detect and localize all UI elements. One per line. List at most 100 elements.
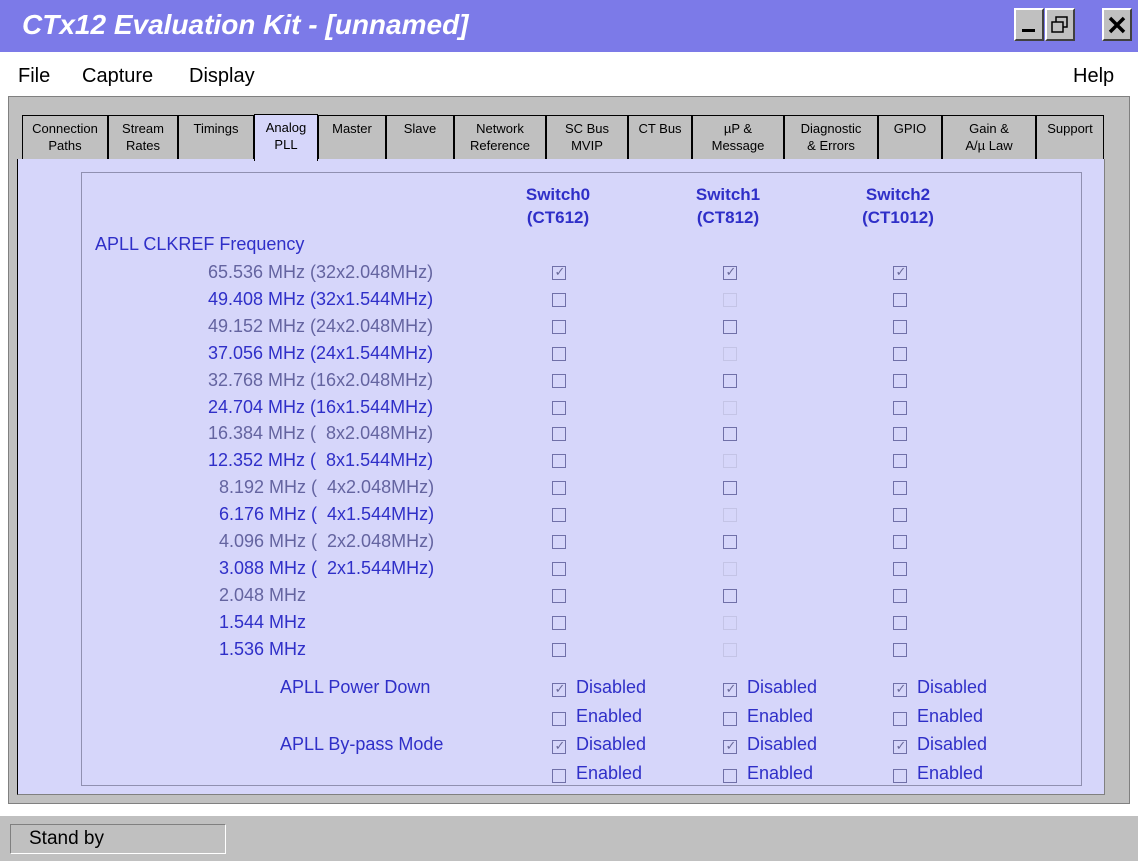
- switch0-apll-power-down-enabled-option[interactable]: [552, 712, 566, 726]
- switch1-apll-power-down-disabled-option[interactable]: ✓: [723, 681, 737, 697]
- switch0-frequency-checkbox[interactable]: [552, 292, 566, 307]
- tab-connection-paths[interactable]: Connection Paths: [22, 115, 108, 159]
- switch0-name: Switch0: [525, 185, 591, 204]
- switch1-frequency-checkbox[interactable]: [723, 481, 737, 496]
- switch2-apll-power-down-disabled-option[interactable]: ✓: [893, 681, 907, 697]
- close-button[interactable]: [1102, 8, 1132, 41]
- tab-gain-law[interactable]: Gain & A/µ Law: [942, 115, 1036, 159]
- menu-bar: File Capture Display Help: [0, 52, 1138, 96]
- close-icon: [1108, 16, 1126, 33]
- switch1-apll-bypass-mode-enabled-option[interactable]: [723, 769, 737, 783]
- switch1-frequency-checkbox[interactable]: [723, 535, 737, 549]
- switch0-frequency-checkbox[interactable]: [552, 427, 566, 442]
- switch1-apll-power-down-enabled-option[interactable]: [723, 712, 737, 726]
- switch0-frequency-checkbox[interactable]: [552, 535, 566, 549]
- switch2-frequency-checkbox[interactable]: ✓: [893, 264, 907, 280]
- switch2-frequency-checkbox[interactable]: [893, 535, 907, 549]
- frequency-label: 24.704 MHz (16x1.544MHz): [208, 396, 434, 417]
- switch1-frequency-checkbox: [723, 454, 737, 469]
- switch1-frequency-checkbox: [723, 561, 737, 576]
- minimize-button[interactable]: [1014, 8, 1044, 41]
- switch2-apll-bypass-mode-disabled-label: Disabled: [917, 734, 988, 754]
- apll-bypass-mode-label: APLL By-pass Mode: [280, 734, 444, 754]
- switch0-apll-bypass-mode-disabled-label: Disabled: [576, 734, 647, 754]
- menu-help[interactable]: Help: [1073, 65, 1114, 88]
- frequency-label: 1.536 MHz: [219, 638, 307, 659]
- switch2-frequency-checkbox[interactable]: [893, 588, 907, 603]
- tab-timings[interactable]: Timings: [178, 115, 254, 159]
- switch2-frequency-checkbox[interactable]: [893, 319, 907, 334]
- menu-display[interactable]: Display: [189, 65, 255, 88]
- switch2-frequency-checkbox[interactable]: [893, 481, 907, 496]
- switch2-frequency-checkbox[interactable]: [893, 561, 907, 576]
- switch2-apll-power-down-enabled-label: Enabled: [917, 706, 984, 726]
- tab-gpio[interactable]: GPIO: [878, 115, 942, 159]
- switch1-frequency-checkbox[interactable]: [723, 427, 737, 442]
- tab-ct-bus[interactable]: CT Bus: [628, 115, 692, 159]
- switch1-apll-bypass-mode-disabled-option[interactable]: ✓: [723, 738, 737, 754]
- switch0-apll-bypass-mode-disabled-option[interactable]: ✓: [552, 738, 566, 754]
- switch2-frequency-checkbox[interactable]: [893, 292, 907, 307]
- switch0-frequency-checkbox[interactable]: [552, 615, 566, 630]
- check-mark-icon: ✓: [725, 681, 737, 696]
- frequency-label: 6.176 MHz ( 4x1.544MHz): [219, 504, 435, 525]
- tab-network-reference[interactable]: Network Reference: [454, 115, 546, 159]
- restore-icon: [1051, 15, 1068, 33]
- switch1-frequency-checkbox[interactable]: [723, 373, 737, 388]
- switch0-apll-power-down-disabled-option[interactable]: ✓: [552, 681, 566, 697]
- switch1-frequency-checkbox[interactable]: [723, 319, 737, 334]
- switch0-frequency-checkbox[interactable]: [552, 642, 566, 657]
- switch0-frequency-checkbox[interactable]: ✓: [552, 264, 566, 280]
- tab-support[interactable]: Support: [1036, 115, 1104, 159]
- switch2-frequency-checkbox[interactable]: [893, 373, 907, 388]
- switch2-frequency-checkbox[interactable]: [893, 508, 907, 523]
- switch0-frequency-checkbox[interactable]: [552, 319, 566, 334]
- switch2-apll-bypass-mode-disabled-option[interactable]: ✓: [893, 738, 907, 754]
- switch1-part: (CT812): [696, 208, 760, 227]
- check-mark-icon: ✓: [554, 681, 566, 696]
- switch2-frequency-checkbox[interactable]: [893, 454, 907, 469]
- menu-file[interactable]: File: [18, 65, 50, 88]
- switch2-header: Switch2 (CT1012): [838, 183, 958, 229]
- check-mark-icon: ✓: [554, 738, 566, 753]
- tab-diagnostic-errors[interactable]: Diagnostic & Errors: [784, 115, 878, 159]
- switch2-frequency-checkbox[interactable]: [893, 346, 907, 361]
- frequency-label: 1.544 MHz: [219, 611, 307, 632]
- title-bar: CTx12 Evaluation Kit - [unnamed]: [0, 0, 1138, 52]
- switch2-apll-bypass-mode-enabled-option[interactable]: [893, 769, 907, 783]
- restore-button[interactable]: [1045, 8, 1075, 41]
- switch2-frequency-checkbox[interactable]: [893, 400, 907, 415]
- frequency-label: 65.536 MHz (32x2.048MHz): [208, 262, 434, 282]
- switch2-part: (CT1012): [862, 208, 934, 227]
- switch0-frequency-checkbox[interactable]: [552, 346, 566, 361]
- tab-analog-pll[interactable]: Analog PLL: [254, 114, 318, 161]
- switch2-apll-power-down-disabled-label: Disabled: [917, 677, 988, 697]
- switch1-frequency-checkbox[interactable]: ✓: [723, 264, 737, 280]
- switch0-apll-bypass-mode-enabled-option[interactable]: [552, 769, 566, 783]
- switch0-header: Switch0 (CT612): [498, 183, 618, 229]
- switch0-frequency-checkbox[interactable]: [552, 508, 566, 523]
- switch2-frequency-checkbox[interactable]: [893, 615, 907, 630]
- switch0-frequency-checkbox[interactable]: [552, 373, 566, 388]
- tab-stream-rates[interactable]: Stream Rates: [108, 115, 178, 159]
- switch0-frequency-checkbox[interactable]: [552, 454, 566, 469]
- switch2-apll-power-down-enabled-option[interactable]: [893, 712, 907, 726]
- switch2-frequency-checkbox[interactable]: [893, 642, 907, 657]
- menu-capture[interactable]: Capture: [82, 65, 153, 88]
- switch0-frequency-checkbox[interactable]: [552, 400, 566, 415]
- window-title: CTx12 Evaluation Kit - [unnamed]: [22, 9, 469, 40]
- check-mark-icon: ✓: [895, 738, 907, 753]
- switch0-part: (CT612): [526, 208, 590, 227]
- tab-up-message[interactable]: µP & Message: [692, 115, 784, 159]
- switch0-frequency-checkbox[interactable]: [552, 588, 566, 603]
- switch2-frequency-checkbox[interactable]: [893, 427, 907, 442]
- tab-slave[interactable]: Slave: [386, 115, 454, 159]
- tab-sc-bus-mvip[interactable]: SC Bus MVIP: [546, 115, 628, 159]
- switch1-apll-power-down-disabled-label: Disabled: [747, 677, 818, 697]
- switch0-frequency-checkbox[interactable]: [552, 481, 566, 496]
- switch1-frequency-checkbox[interactable]: [723, 588, 737, 603]
- tab-master[interactable]: Master: [318, 115, 386, 159]
- check-mark-icon: ✓: [895, 681, 907, 696]
- frequency-label: 2.048 MHz: [219, 584, 307, 605]
- switch0-frequency-checkbox[interactable]: [552, 561, 566, 576]
